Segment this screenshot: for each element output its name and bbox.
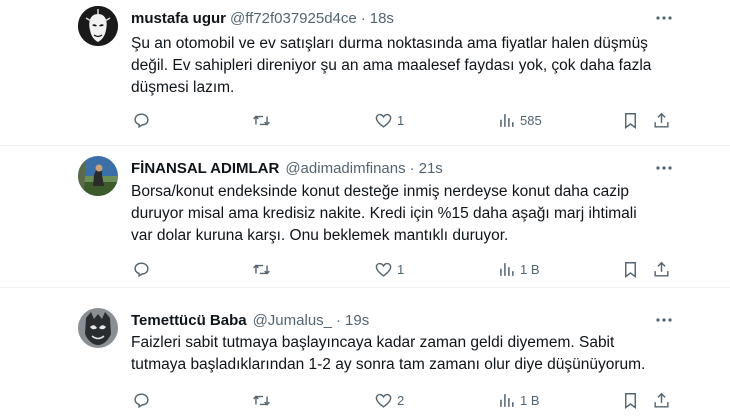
bookmark-icon xyxy=(625,392,636,409)
separator-dot: · xyxy=(409,159,415,177)
reply-icon xyxy=(134,112,149,128)
avatar[interactable] xyxy=(78,308,118,348)
more-icon[interactable] xyxy=(652,310,676,330)
share-icon xyxy=(654,392,669,408)
views-button[interactable]: 1 B xyxy=(497,255,540,283)
share-button[interactable] xyxy=(652,386,671,414)
avatar[interactable] xyxy=(78,156,118,196)
tweet-text-line: Faizleri sabit tutmaya başlayıncaya kada… xyxy=(131,334,615,351)
author-name[interactable]: FİNANSAL ADIMLAR xyxy=(131,160,279,177)
tweet-text-line: Şu an otomobil ve ev satışları durma nok… xyxy=(131,35,648,52)
views-button[interactable]: 585 xyxy=(497,106,542,134)
tweet-header: mustafa ugur @ff72f037925d4ce · 18s xyxy=(131,8,394,28)
tweet-text: Şu an otomobil ve ev satışları durma nok… xyxy=(131,33,676,99)
view-count: 1 B xyxy=(520,261,540,277)
reply-icon xyxy=(134,261,149,277)
tweet[interactable]: FİNANSAL ADIMLAR @adimadimfinans · 21s B… xyxy=(0,146,730,288)
separator-dot: · xyxy=(360,9,366,27)
tweet-text-line: değil. Ev sahipleri direniyor şu an ama … xyxy=(131,57,652,74)
retweet-icon xyxy=(253,264,270,274)
share-button[interactable] xyxy=(652,255,671,283)
retweet-button[interactable] xyxy=(252,255,271,283)
views-icon xyxy=(500,262,514,276)
author-handle[interactable]: @Jumalus_ xyxy=(253,312,332,329)
views-button[interactable]: 1 B xyxy=(497,386,540,414)
retweet-icon xyxy=(253,115,270,125)
share-icon xyxy=(654,112,669,128)
reply-button[interactable] xyxy=(132,106,151,134)
bookmark-button[interactable] xyxy=(621,255,640,283)
views-icon xyxy=(500,393,514,407)
tweet-text: Borsa/konut endeksinde konut desteğe inm… xyxy=(131,181,676,247)
bookmark-icon xyxy=(625,261,636,278)
tweet-text: Faizleri sabit tutmaya başlayıncaya kada… xyxy=(131,332,676,376)
bookmark-button[interactable] xyxy=(621,386,640,414)
tweet-actions: 1 1 B xyxy=(122,255,682,283)
tweet-text-line: duruyor misal ama kredisiz nakite. Kredi… xyxy=(131,205,637,222)
share-icon xyxy=(654,261,669,277)
tweet-text-line: tutmaya başladıklarından 1-2 ay sonra ta… xyxy=(131,356,646,373)
retweet-button[interactable] xyxy=(252,106,271,134)
tweet[interactable]: mustafa ugur @ff72f037925d4ce · 18s Şu a… xyxy=(0,0,730,146)
tweet-feed: mustafa ugur @ff72f037925d4ce · 18s Şu a… xyxy=(0,0,730,420)
avatar[interactable] xyxy=(78,6,118,46)
bookmark-button[interactable] xyxy=(621,106,640,134)
author-handle[interactable]: @adimadimfinans xyxy=(285,160,405,177)
author-name[interactable]: Temettücü Baba xyxy=(131,312,247,329)
heart-icon xyxy=(375,113,392,128)
like-button[interactable]: 1 xyxy=(374,255,404,283)
tweet-actions: 1 585 xyxy=(122,106,682,134)
author-name[interactable]: mustafa ugur xyxy=(131,10,226,27)
author-handle[interactable]: @ff72f037925d4ce xyxy=(230,10,357,27)
more-icon[interactable] xyxy=(652,158,676,178)
views-icon xyxy=(500,113,514,127)
reply-button[interactable] xyxy=(132,386,151,414)
reply-icon xyxy=(134,392,149,408)
tweet-text-line: Borsa/konut endeksinde konut desteğe inm… xyxy=(131,183,630,200)
heart-icon xyxy=(375,393,392,408)
tweet-header: Temettücü Baba @Jumalus_ · 19s xyxy=(131,310,369,330)
tweet-text-line: düşmesi lazım. xyxy=(131,79,235,96)
like-button[interactable]: 2 xyxy=(374,386,404,414)
like-count: 1 xyxy=(397,112,405,128)
tweet-actions: 2 1 B xyxy=(122,386,682,414)
like-button[interactable]: 1 xyxy=(374,106,404,134)
view-count: 585 xyxy=(520,112,542,128)
tweet-header: FİNANSAL ADIMLAR @adimadimfinans · 21s xyxy=(131,158,443,178)
heart-icon xyxy=(375,262,392,277)
timestamp[interactable]: 18s xyxy=(370,10,394,27)
separator-dot: · xyxy=(336,311,342,329)
more-icon[interactable] xyxy=(652,8,676,28)
bookmark-icon xyxy=(625,112,636,129)
like-count: 2 xyxy=(397,392,405,408)
retweet-button[interactable] xyxy=(252,386,271,414)
timestamp[interactable]: 19s xyxy=(345,312,369,329)
share-button[interactable] xyxy=(652,106,671,134)
view-count: 1 B xyxy=(520,392,540,408)
like-count: 1 xyxy=(397,261,405,277)
reply-button[interactable] xyxy=(132,255,151,283)
tweet-text-line: var dolar kuruna karşı. Onu beklemek man… xyxy=(131,227,509,244)
timestamp[interactable]: 21s xyxy=(419,160,443,177)
retweet-icon xyxy=(253,395,270,405)
tweet[interactable]: Temettücü Baba @Jumalus_ · 19s Faizleri … xyxy=(0,288,730,420)
